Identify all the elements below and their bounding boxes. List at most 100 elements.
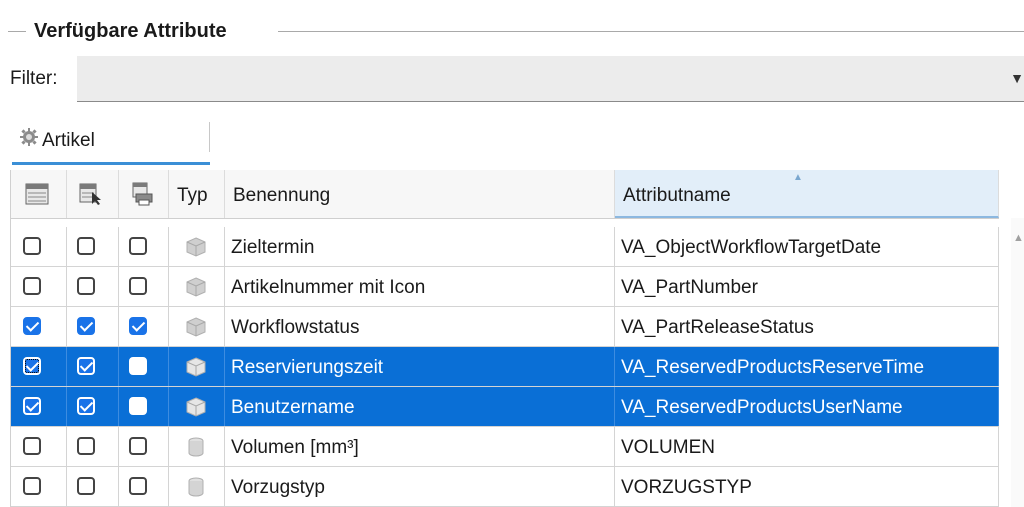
table-row[interactable]: Benutzername VA_ReservedProductsUserName xyxy=(11,387,999,427)
row-benennung-cell: Zieltermin xyxy=(225,227,615,266)
checkbox-cell xyxy=(67,307,119,346)
row-checkbox[interactable] xyxy=(77,397,95,415)
row-checkbox[interactable] xyxy=(23,437,41,455)
row-checkbox[interactable] xyxy=(129,237,147,255)
filter-label: Filter: xyxy=(10,68,58,89)
row-attributname-cell: VA_PartNumber xyxy=(615,267,999,306)
row-benennung: Volumen [mm³] xyxy=(231,437,359,458)
checkbox-cell xyxy=(119,307,169,346)
table-header: Typ Benennung ▲ Attributname xyxy=(11,170,999,219)
checkbox-cell xyxy=(119,227,169,266)
cube-icon xyxy=(185,396,207,423)
header-col-typ[interactable]: Typ xyxy=(169,170,225,218)
row-checkbox[interactable] xyxy=(77,277,95,295)
table-row[interactable]: Volumen [mm³] VOLUMEN xyxy=(11,427,999,467)
attribute-table: Typ Benennung ▲ Attributname Zieltermin V… xyxy=(10,170,1024,507)
group-line-right xyxy=(278,31,1024,32)
row-benennung: Benutzername xyxy=(231,397,355,418)
gear-icon xyxy=(20,128,38,151)
table-row[interactable]: Workflowstatus VA_PartReleaseStatus xyxy=(11,307,999,347)
row-attributname: VA_PartReleaseStatus xyxy=(621,317,814,338)
row-checkbox[interactable] xyxy=(23,317,41,335)
table-row[interactable]: Artikelnummer mit Icon VA_PartNumber xyxy=(11,267,999,307)
tab-artikel[interactable]: Artikel xyxy=(12,118,210,162)
checkbox-cell xyxy=(11,467,67,506)
checkbox-cell xyxy=(67,227,119,266)
row-checkbox[interactable] xyxy=(129,357,147,375)
row-benennung-cell: Benutzername xyxy=(225,387,615,426)
row-checkbox[interactable] xyxy=(77,317,95,335)
header-col-select[interactable] xyxy=(67,170,119,218)
type-cell xyxy=(169,427,225,466)
checkbox-cell xyxy=(119,427,169,466)
cube-icon xyxy=(185,356,207,383)
row-attributname: VOLUMEN xyxy=(621,437,715,458)
row-benennung-cell: Reservierungszeit xyxy=(225,347,615,386)
checkbox-cell xyxy=(11,267,67,306)
row-benennung: Artikelnummer mit Icon xyxy=(231,277,426,298)
checkbox-cell xyxy=(11,307,67,346)
row-attributname-cell: VA_ReservedProductsReserveTime xyxy=(615,347,999,386)
checkbox-cell xyxy=(11,427,67,466)
table-row[interactable]: Zieltermin VA_ObjectWorkflowTargetDate xyxy=(11,227,999,267)
row-attributname: VA_ReservedProductsReserveTime xyxy=(621,357,925,378)
row-checkbox[interactable] xyxy=(129,437,147,455)
cube-icon xyxy=(185,276,207,303)
header-col-attributname[interactable]: ▲ Attributname xyxy=(615,170,999,218)
row-checkbox[interactable] xyxy=(77,437,95,455)
checkbox-cell xyxy=(67,267,119,306)
table-row[interactable]: Reservierungszeit VA_ReservedProductsRese… xyxy=(11,347,999,387)
select-column-icon xyxy=(79,183,103,210)
column-layout-icon xyxy=(25,183,49,210)
type-cell xyxy=(169,227,225,266)
row-attributname: VA_PartNumber xyxy=(621,277,758,298)
group-line-left xyxy=(8,31,26,32)
cube-icon xyxy=(185,236,207,263)
database-icon xyxy=(185,436,207,463)
vertical-scrollbar[interactable]: ▲ xyxy=(1011,218,1024,507)
cube-icon xyxy=(185,316,207,343)
row-checkbox[interactable] xyxy=(23,397,41,415)
table-row[interactable]: Vorzugstyp VORZUGSTYP xyxy=(11,467,999,507)
row-checkbox[interactable] xyxy=(77,237,95,255)
row-benennung-cell: Volumen [mm³] xyxy=(225,427,615,466)
type-cell xyxy=(169,307,225,346)
scroll-up-arrow-icon[interactable]: ▲ xyxy=(1013,232,1024,244)
row-checkbox[interactable] xyxy=(129,477,147,495)
row-benennung: Zieltermin xyxy=(231,237,315,258)
row-checkbox[interactable] xyxy=(23,237,41,255)
row-checkbox[interactable] xyxy=(23,277,41,295)
checkbox-cell xyxy=(119,347,169,386)
row-benennung: Reservierungszeit xyxy=(231,357,384,378)
row-attributname: VA_ReservedProductsUserName xyxy=(621,397,903,418)
type-cell xyxy=(169,387,225,426)
checkbox-cell xyxy=(67,387,119,426)
type-cell xyxy=(169,467,225,506)
row-checkbox[interactable] xyxy=(129,317,147,335)
header-col-print[interactable] xyxy=(119,170,169,218)
type-cell xyxy=(169,267,225,306)
tab-separator xyxy=(209,122,210,152)
row-checkbox[interactable] xyxy=(77,477,95,495)
row-attributname-cell: VA_ObjectWorkflowTargetDate xyxy=(615,227,999,266)
row-checkbox[interactable] xyxy=(23,357,41,375)
row-checkbox[interactable] xyxy=(77,357,95,375)
header-benennung-label: Benennung xyxy=(233,185,331,206)
row-attributname-cell: VORZUGSTYP xyxy=(615,467,999,506)
row-checkbox[interactable] xyxy=(129,277,147,295)
group-title: Verfügbare Attribute xyxy=(30,20,233,43)
row-attributname-cell: VA_PartReleaseStatus xyxy=(615,307,999,346)
header-col-benennung[interactable]: Benennung xyxy=(225,170,615,218)
row-checkbox[interactable] xyxy=(23,477,41,495)
tab-active-indicator xyxy=(12,162,210,165)
dropdown-arrow-icon[interactable]: ▼ xyxy=(1010,70,1024,86)
row-benennung-cell: Workflowstatus xyxy=(225,307,615,346)
row-benennung: Vorzugstyp xyxy=(231,477,325,498)
row-attributname-cell: VA_ReservedProductsUserName xyxy=(615,387,999,426)
header-col-layout[interactable] xyxy=(11,170,67,218)
filter-combobox[interactable]: ▼ xyxy=(77,56,1024,102)
row-benennung: Workflowstatus xyxy=(231,317,360,338)
row-checkbox[interactable] xyxy=(129,397,147,415)
checkbox-cell xyxy=(11,347,67,386)
row-attributname-cell: VOLUMEN xyxy=(615,427,999,466)
